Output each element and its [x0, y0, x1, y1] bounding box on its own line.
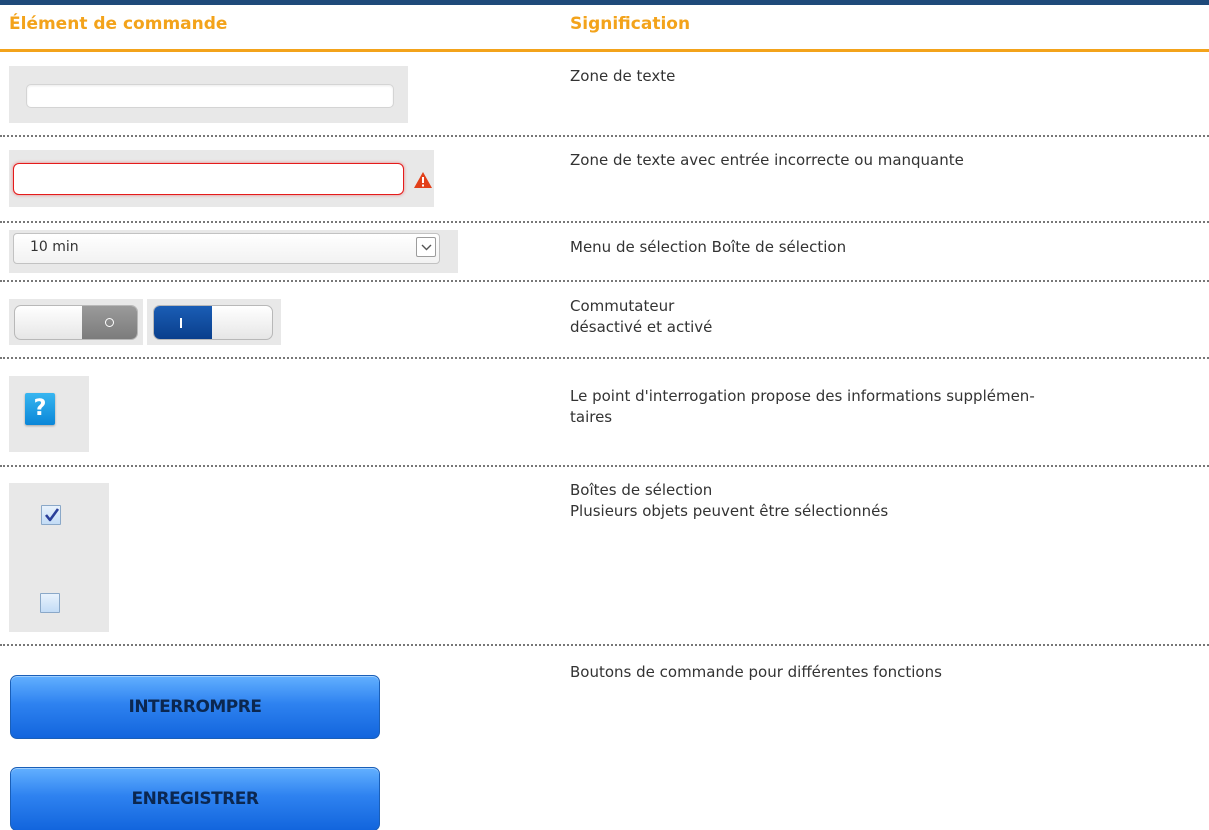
interrupt-button[interactable]: INTERROMPRE [10, 675, 380, 739]
header-underline [0, 49, 1209, 52]
check-icon [44, 508, 60, 522]
select-dropdown-button[interactable] [416, 237, 436, 257]
row-divider [0, 644, 1209, 646]
chevron-down-icon [421, 244, 432, 251]
warning-icon [414, 172, 432, 188]
text-field[interactable] [26, 84, 394, 108]
toggle-switch-off[interactable] [14, 305, 138, 340]
text-field-error[interactable] [13, 163, 404, 195]
header-element: Élément de commande [9, 14, 228, 34]
meaning-toggle: Commutateur désactivé et activé [570, 297, 713, 336]
save-button[interactable]: ENREGISTRER [10, 767, 380, 830]
checkbox-checked[interactable] [41, 505, 61, 525]
selection-menu-value: 10 min [30, 239, 79, 255]
meaning-textbox: Zone de texte [570, 67, 676, 85]
meaning-error-textbox: Zone de texte avec entrée incorrecte ou … [570, 151, 964, 169]
row-divider [0, 357, 1209, 359]
row-divider [0, 465, 1209, 467]
meaning-buttons: Boutons de commande pour différentes fon… [570, 663, 942, 681]
row-divider [0, 221, 1209, 223]
row-divider [0, 135, 1209, 137]
row-divider [0, 280, 1209, 282]
meaning-help: Le point d'interrogation propose des inf… [570, 387, 1035, 426]
meaning-checkbox: Boîtes de sélection Plusieurs objets peu… [570, 481, 889, 520]
meaning-select: Menu de sélection Boîte de sélection [570, 238, 847, 256]
header-meaning: Signification [570, 14, 691, 34]
toggle-switch-on[interactable] [153, 305, 273, 340]
toggle-knob-off [82, 306, 137, 339]
top-bar [0, 0, 1209, 5]
checkbox-unchecked[interactable] [40, 593, 60, 613]
help-question-icon[interactable]: ? [25, 393, 55, 425]
toggle-knob-on [154, 306, 212, 339]
